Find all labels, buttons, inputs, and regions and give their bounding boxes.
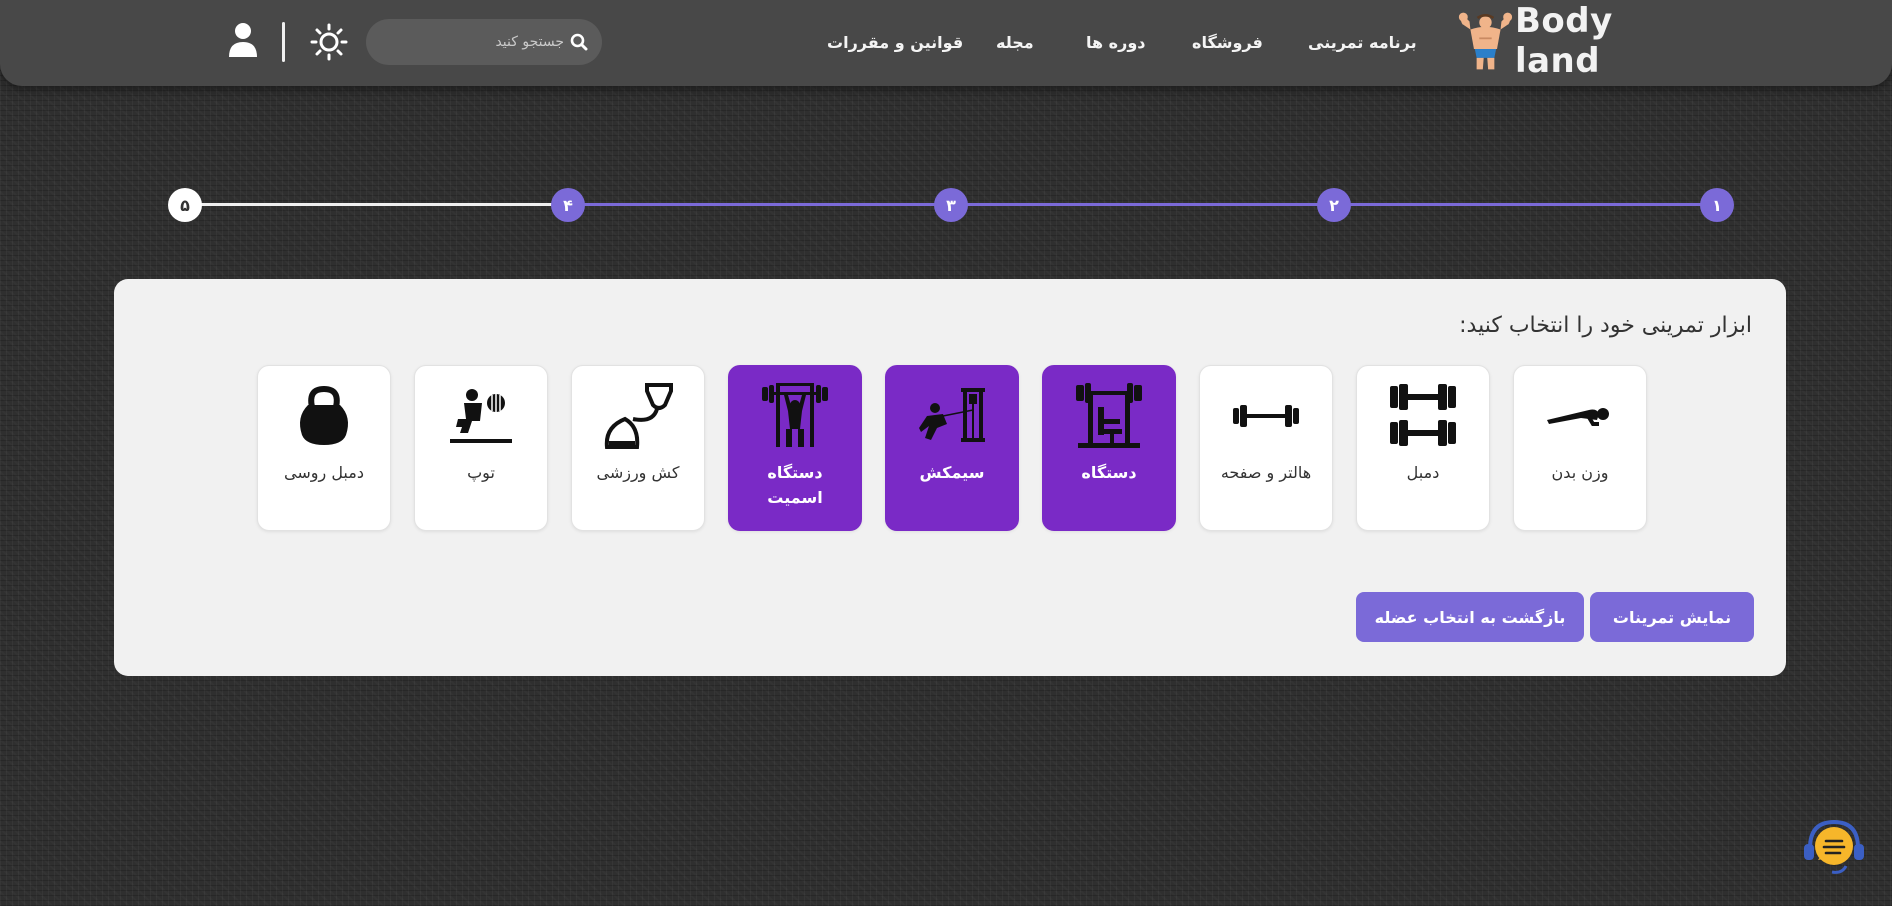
step-4[interactable]: ۴ [551,188,585,222]
logo-text: Body land [1514,1,1613,81]
equipment-tile-ball[interactable]: توپ [414,365,548,531]
header-divider [282,22,285,62]
ball-icon [450,389,512,443]
equipment-label: کش ورزشی [596,463,680,482]
resistance-band-icon [604,383,673,449]
sun-icon[interactable] [310,23,348,61]
step-2[interactable]: ۲ [1317,188,1351,222]
search-icon[interactable] [570,33,588,51]
machine-icon [1076,383,1142,448]
step-3[interactable]: ۳ [934,188,968,222]
bodybuilder-logo-icon [1458,12,1513,70]
equipment-tile-smith-machine[interactable]: دستگاه اسمیت [728,365,862,531]
equipment-label: دمبل [1406,463,1440,482]
equipment-tile-bodyweight[interactable]: وزن بدن [1513,365,1647,531]
barbell-icon [1233,405,1299,427]
equipment-tile-barbell[interactable]: هالتر و صفحه [1199,365,1333,531]
equipment-card: ابزار تمرینی خود را انتخاب کنید: وزن بدن [114,279,1786,676]
equipment-label: سیمکش [919,463,985,482]
back-to-muscle-selection-button[interactable]: بازگشت به انتخاب عضله [1356,592,1584,642]
equipment-tile-resistance-band[interactable]: کش ورزشی [571,365,705,531]
nav-rules[interactable]: قوانین و مقررات [827,33,963,52]
equipment-label: دستگاه [1081,463,1137,482]
equipment-label: وزن بدن [1551,463,1609,482]
card-title: ابزار تمرینی خود را انتخاب کنید: [1459,313,1752,338]
nav-workout-program[interactable]: برنامه تمرینی [1308,33,1417,52]
step-1[interactable]: ۱ [1700,188,1734,222]
search-box[interactable] [366,19,602,65]
smith-machine-icon [762,383,828,447]
progress-stepper: ۱ ۲ ۳ ۴ ۵ [168,188,1734,222]
stepper-line-pending [185,203,567,206]
site-header: Body land برنامه تمرینی فروشگاه دوره ها … [0,0,1892,86]
chat-icon[interactable] [1802,814,1866,878]
nav-shop[interactable]: فروشگاه [1192,33,1263,52]
dumbbells-icon [1390,384,1456,446]
cable-icon [919,388,985,442]
nav-courses[interactable]: دوره ها [1086,33,1145,52]
equipment-label: دستگاه اسمیت [767,463,823,507]
equipment-label: توپ [467,463,495,482]
equipment-tile-cable[interactable]: سیمکش [885,365,1019,531]
equipment-tile-machine[interactable]: دستگاه [1042,365,1176,531]
equipment-tile-kettlebell[interactable]: دمبل روسی [257,365,391,531]
stepper-line-completed [567,203,1717,206]
user-icon[interactable] [228,22,258,58]
kettlebell-icon [300,385,348,445]
search-input[interactable] [404,34,564,50]
plank-icon [1547,408,1609,426]
equipment-tile-dumbbell[interactable]: دمبل [1356,365,1490,531]
nav-magazine[interactable]: مجله [996,33,1034,52]
equipment-label: دمبل روسی [284,463,364,482]
step-5[interactable]: ۵ [168,188,202,222]
show-exercises-button[interactable]: نمایش تمرینات [1590,592,1754,642]
logo[interactable]: Body land [1458,1,1688,81]
equipment-label: هالتر و صفحه [1220,463,1312,482]
